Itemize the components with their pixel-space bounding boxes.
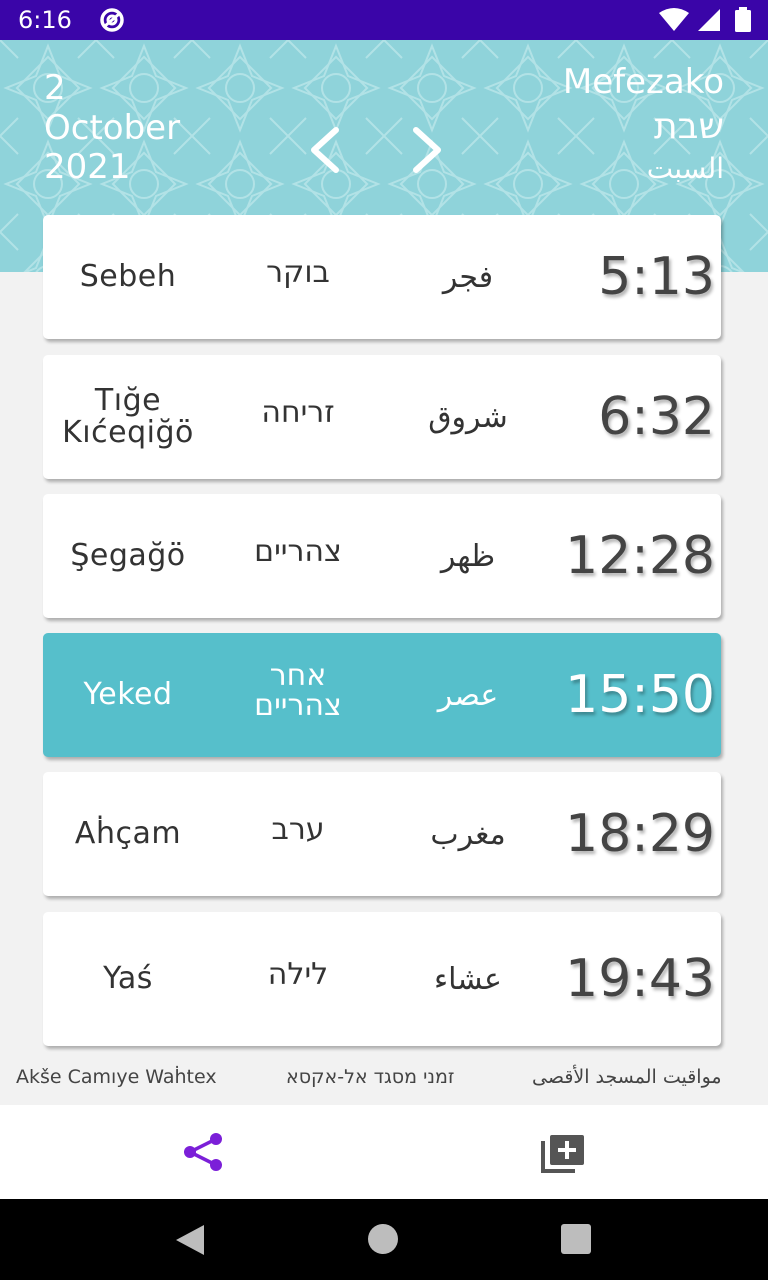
credit-latin: Akše Camıye Waḣtex	[16, 1066, 217, 1088]
prayer-card-fajr[interactable]: Sebeh בוקר فجر 5:13	[43, 215, 721, 339]
prayer-name-hebrew: צהריים	[254, 534, 342, 569]
share-icon[interactable]	[182, 1132, 226, 1172]
prayer-time: 19:43	[565, 949, 715, 1009]
prayer-card-maghrib[interactable]: Aḣçam ערב مغرب 18:29	[43, 772, 721, 896]
prayer-name-hebrew: ערב	[271, 812, 325, 847]
prayer-name-latin: Şegağö	[70, 538, 186, 573]
prayer-name-arabic: ظهر	[440, 538, 496, 574]
date-day: 2	[44, 68, 66, 108]
prayer-name-hebrew: לילה	[267, 957, 329, 992]
prayer-name-hebrew: אחר צהריים	[254, 658, 342, 723]
prayer-name-arabic: شروق	[428, 399, 508, 435]
signal-icon	[698, 9, 720, 31]
status-time: 6:16	[18, 6, 72, 34]
credit-arabic: مواقيت المسجد الأقصى	[532, 1066, 722, 1088]
day-name-hebrew: שבת	[654, 106, 724, 147]
prayer-name-latin: Sebeh	[79, 259, 177, 294]
credit-hebrew: זמני מסגד אל-אקסא	[286, 1066, 455, 1088]
prayer-name-latin: Aḣçam	[74, 816, 182, 851]
chevron-left-icon[interactable]	[298, 122, 354, 178]
home-icon[interactable]	[366, 1222, 400, 1256]
prayer-name-latin: Tığe Kıćeqiğö	[62, 383, 194, 450]
prayer-time: 12:28	[565, 526, 715, 586]
day-name-arabic: السبت	[646, 152, 724, 185]
prayer-name-hebrew: זריחה	[261, 395, 335, 430]
prayer-time: 5:13	[598, 247, 715, 307]
prayer-time: 6:32	[598, 387, 715, 447]
app-credits: Akše Camıye Waḣtex זמני מסגד אל-אקסא موا…	[0, 1062, 768, 1096]
recents-icon[interactable]	[560, 1223, 592, 1255]
back-icon[interactable]	[172, 1223, 208, 1257]
prayer-card-isha[interactable]: Yaś לילה عشاء 19:43	[43, 912, 721, 1046]
prayer-card-sunrise[interactable]: Tığe Kıćeqiğö זריחה شروق 6:32	[43, 355, 721, 479]
wifi-icon	[659, 8, 689, 31]
add-to-library-icon[interactable]	[540, 1133, 586, 1173]
prayer-name-latin: Yaś	[103, 961, 153, 996]
system-navigation-bar	[0, 1199, 768, 1280]
prayer-time: 18:29	[565, 804, 715, 864]
prayer-time: 15:50	[565, 665, 715, 725]
day-name-latin: Mefezako	[562, 62, 724, 102]
status-bar: 6:16	[0, 0, 768, 40]
prayer-name-latin: Yeked	[83, 677, 173, 712]
bottom-action-bar	[0, 1105, 768, 1199]
prayer-card-dhuhr[interactable]: Şegağö צהריים ظهر 12:28	[43, 494, 721, 618]
prayer-name-arabic: عشاء	[434, 961, 502, 997]
prayer-name-arabic: عصر	[437, 677, 499, 713]
date-month: October	[44, 108, 181, 148]
prayer-card-asr[interactable]: Yeked אחר צהריים عصر 15:50	[43, 633, 721, 757]
prayer-name-hebrew: בוקר	[266, 255, 330, 290]
battery-icon	[735, 7, 751, 32]
data-saver-icon	[100, 8, 124, 32]
prayer-name-arabic: فجر	[442, 259, 494, 295]
prayer-name-arabic: مغرب	[430, 816, 506, 852]
date-year: 2021	[44, 147, 131, 187]
chevron-right-icon[interactable]	[398, 122, 454, 178]
